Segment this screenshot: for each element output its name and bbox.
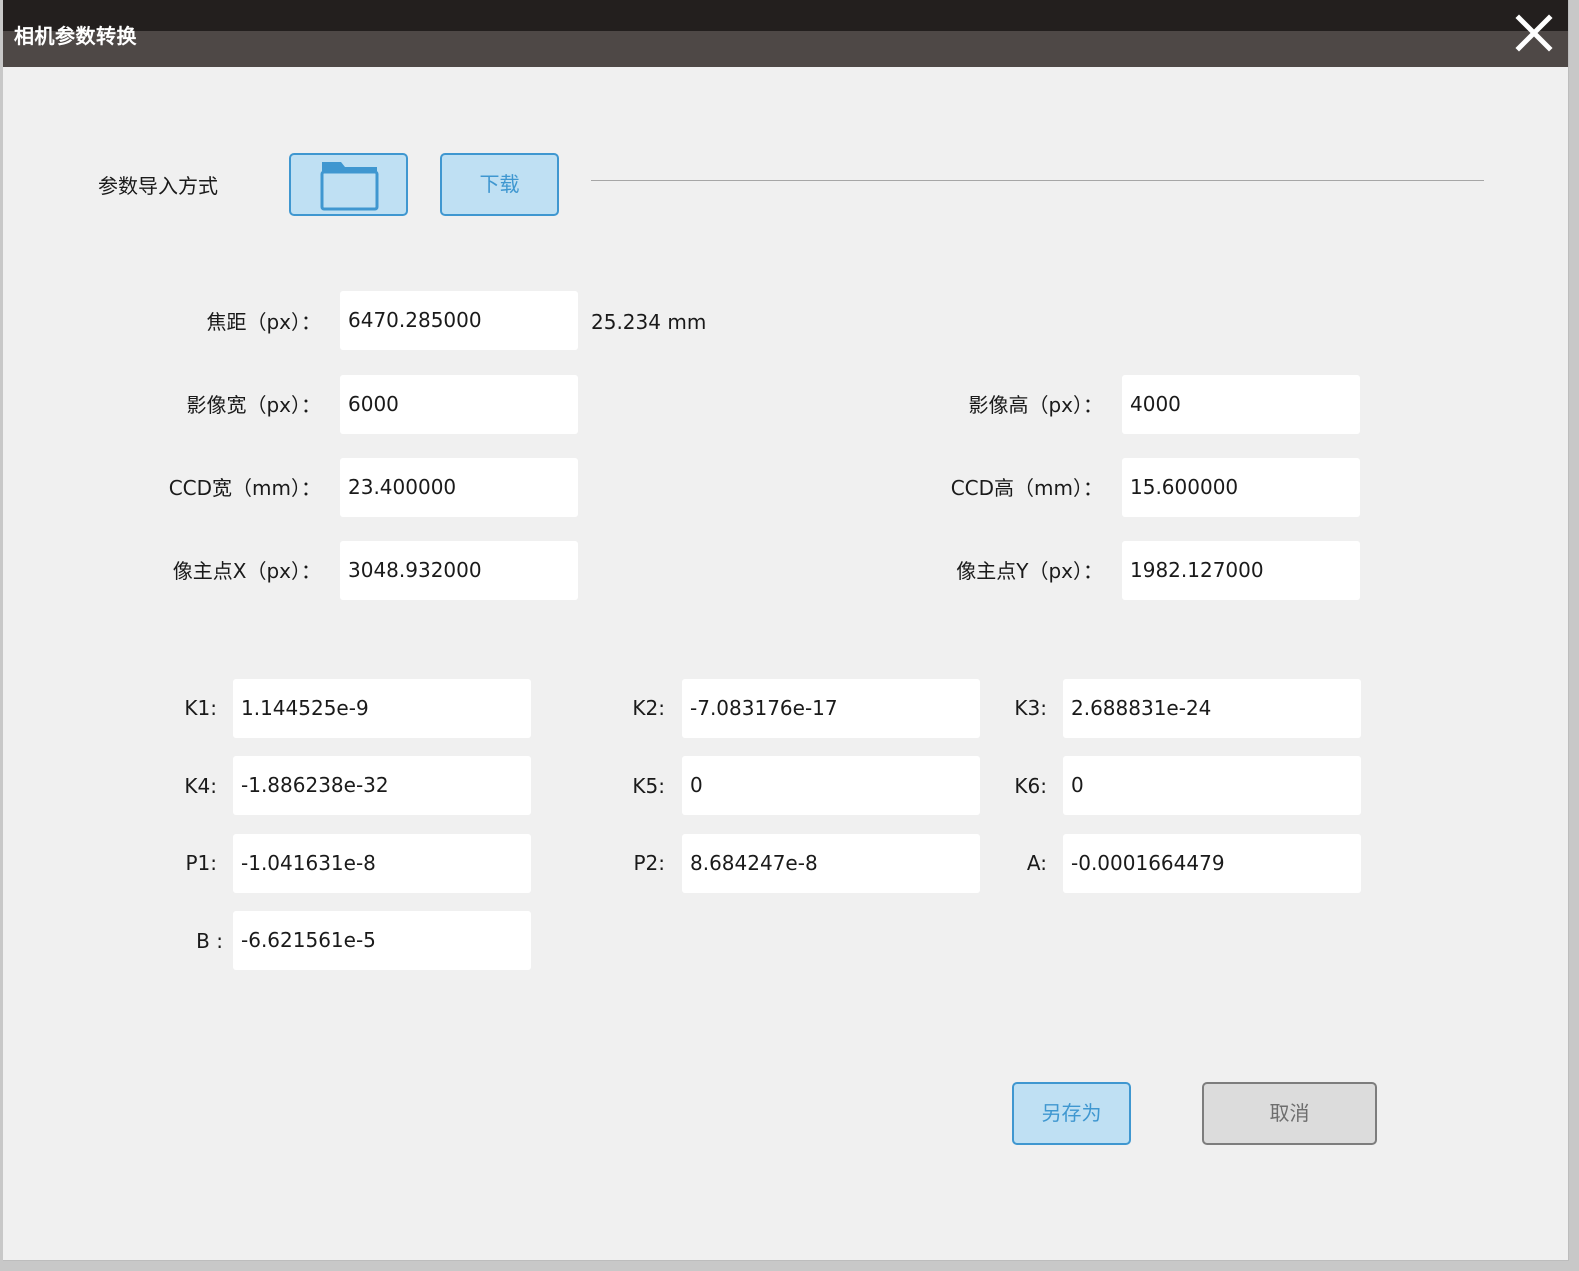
- close-icon: [1515, 14, 1553, 52]
- folder-icon: [320, 162, 379, 211]
- image-width-input[interactable]: 6000: [340, 375, 578, 434]
- dialog-window: 相机参数转换 参数导入方式 下载 焦距（px）： 6470.285000 25.…: [3, 0, 1569, 1261]
- focal-length-input[interactable]: 6470.285000: [340, 291, 578, 350]
- principal-y-input[interactable]: 1982.127000: [1122, 541, 1360, 600]
- b-label: B :: [196, 929, 223, 953]
- principal-x-input[interactable]: 3048.932000: [340, 541, 578, 600]
- ccd-width-input[interactable]: 23.400000: [340, 458, 578, 517]
- window-title: 相机参数转换: [14, 24, 137, 48]
- principal-x-label: 像主点X（px）：: [172, 559, 321, 583]
- title-bar[interactable]: 相机参数转换: [3, 0, 1568, 67]
- k5-label: K5:: [632, 774, 665, 798]
- ccd-width-label: CCD宽（mm）：: [168, 476, 321, 500]
- k3-label: K3:: [1014, 696, 1047, 720]
- image-height-label: 影像高（px）：: [968, 393, 1103, 417]
- k4-input[interactable]: -1.886238e-32: [233, 756, 531, 815]
- p2-label: P2:: [633, 851, 665, 875]
- k4-label: K4:: [184, 774, 217, 798]
- p2-input[interactable]: 8.684247e-8: [682, 834, 980, 893]
- ccd-height-input[interactable]: 15.600000: [1122, 458, 1360, 517]
- import-method-label: 参数导入方式: [98, 174, 218, 198]
- principal-y-label: 像主点Y（px）：: [956, 559, 1103, 583]
- section-divider: [591, 180, 1484, 181]
- k3-input[interactable]: 2.688831e-24: [1063, 679, 1361, 738]
- focal-length-mm-readout: 25.234 mm: [591, 310, 707, 334]
- k6-label: K6:: [1014, 774, 1047, 798]
- focal-length-label: 焦距（px）：: [206, 310, 321, 334]
- k1-label: K1:: [184, 696, 217, 720]
- image-width-label: 影像宽（px）：: [186, 393, 321, 417]
- k2-input[interactable]: -7.083176e-17: [682, 679, 980, 738]
- k5-input[interactable]: 0: [682, 756, 980, 815]
- b-input[interactable]: -6.621561e-5: [233, 911, 531, 970]
- p1-label: P1:: [185, 851, 217, 875]
- p1-input[interactable]: -1.041631e-8: [233, 834, 531, 893]
- ccd-height-label: CCD高（mm）：: [950, 476, 1103, 500]
- k1-input[interactable]: 1.144525e-9: [233, 679, 531, 738]
- save-as-button[interactable]: 另存为: [1012, 1082, 1131, 1145]
- open-folder-button[interactable]: [289, 153, 408, 216]
- close-button[interactable]: [1513, 12, 1555, 54]
- k6-input[interactable]: 0: [1063, 756, 1361, 815]
- cancel-button[interactable]: 取消: [1202, 1082, 1377, 1145]
- k2-label: K2:: [632, 696, 665, 720]
- download-button[interactable]: 下载: [440, 153, 559, 216]
- a-input[interactable]: -0.0001664479: [1063, 834, 1361, 893]
- image-height-input[interactable]: 4000: [1122, 375, 1360, 434]
- a-label: A:: [1026, 851, 1047, 875]
